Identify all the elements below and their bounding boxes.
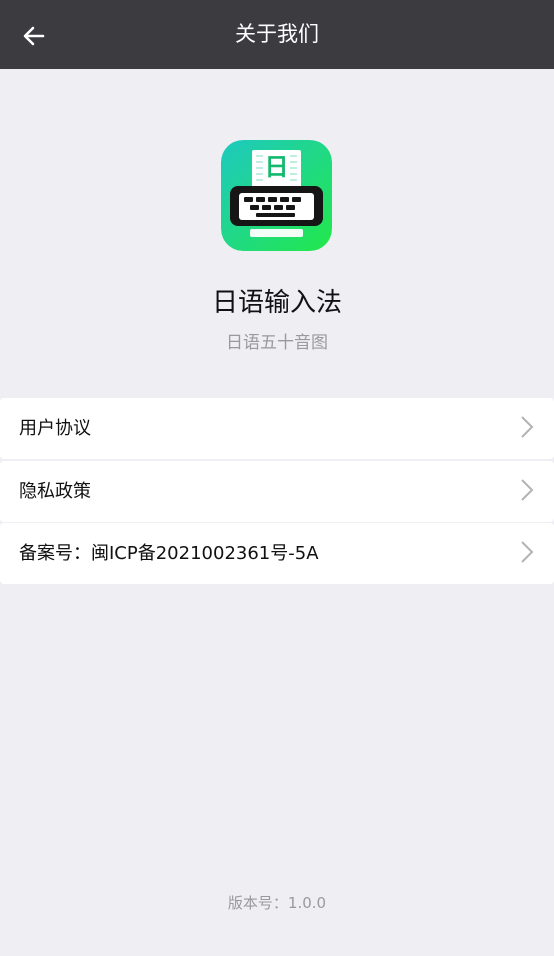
keyboard-app-icon: 日 xyxy=(221,140,332,251)
app-name: 日语输入法 xyxy=(211,288,342,318)
page-title: 关于我们 xyxy=(235,22,319,46)
about-page: 关于我们 日 日语输入法 日语五十音图 用户协议 隐私政策 备案号：闽ICP备2… xyxy=(0,0,554,956)
chevron-right-icon xyxy=(521,541,534,563)
version-label: 版本号：1.0.0 xyxy=(227,894,327,912)
menu-item-label: 用户协议 xyxy=(19,418,91,439)
menu-item-label: 隐私政策 xyxy=(19,481,91,502)
app-icon-glyph: 日 xyxy=(264,153,289,181)
menu-item-label: 备案号：闽ICP备2021002361号-5A xyxy=(19,543,319,564)
menu-item-user-agreement[interactable]: 用户协议 xyxy=(0,398,554,459)
chevron-right-icon xyxy=(521,416,534,438)
menu-item-icp-record[interactable]: 备案号：闽ICP备2021002361号-5A xyxy=(0,523,554,584)
app-subtitle: 日语五十音图 xyxy=(226,333,328,353)
menu-item-privacy-policy[interactable]: 隐私政策 xyxy=(0,461,554,522)
chevron-right-icon xyxy=(521,479,534,501)
header-bar: 关于我们 xyxy=(0,0,554,69)
